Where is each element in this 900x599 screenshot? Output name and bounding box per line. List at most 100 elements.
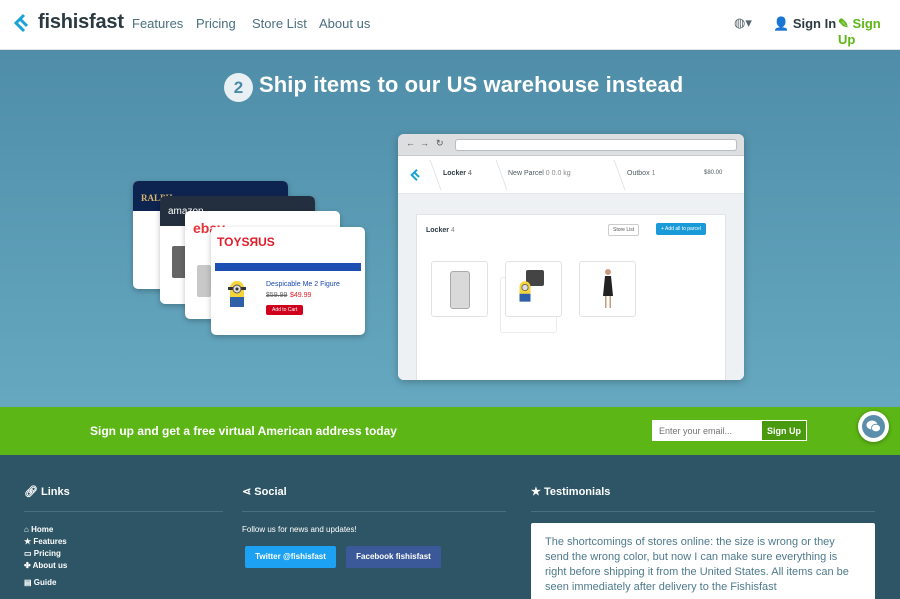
locker-item-camera-minion: [505, 261, 562, 317]
toysrus-logo: TOYSЯUS: [217, 235, 275, 249]
signup-cta-band: Sign up and get a free virtual American …: [0, 407, 900, 455]
cta-text: Sign up and get a free virtual American …: [90, 424, 397, 438]
tab-new-parcel-count: 0: [545, 170, 550, 177]
footer-link-pricing[interactable]: ▭ Pricing: [24, 549, 67, 558]
footer-link-home[interactable]: ⌂ Home: [24, 525, 67, 534]
social-heading-label: Social: [254, 486, 287, 498]
links-heading: 🔗︎ Links: [24, 485, 70, 498]
phone-image: [450, 271, 470, 309]
camera-product-image: [172, 246, 186, 278]
step-number-badge: 2: [224, 73, 253, 102]
home-icon: ⌂: [24, 525, 29, 534]
price-old: $59.99: [266, 292, 288, 299]
speech-bubble-icon: [866, 420, 881, 433]
book-icon: ▤: [24, 578, 32, 587]
footer-link-about-label: About us: [32, 561, 68, 570]
divider: [24, 511, 223, 512]
divider: [531, 511, 875, 512]
tab-outbox: Outbox 1: [627, 170, 655, 177]
logo-icon[interactable]: [12, 13, 30, 33]
product-title: Despicable Me 2 Figure: [266, 281, 340, 288]
language-globe-icon[interactable]: ◍▾: [734, 15, 752, 31]
chat-widget[interactable]: [858, 411, 889, 442]
star-icon: ★: [24, 537, 32, 546]
back-arrow-icon: ←: [406, 138, 415, 148]
browser-mockup: ← → ↻ Locker 4 New Parcel 0 0.0 kg Outbo…: [398, 134, 744, 380]
store-card-toysrus: TOYSЯUS Despicable Me 2 Figure $59.99 $4…: [211, 227, 365, 335]
panel-title-label: Locker: [426, 227, 449, 234]
nav-about-us[interactable]: About us: [319, 16, 370, 31]
footer-link-about-us[interactable]: ✤ About us: [24, 561, 67, 570]
cta-signup-button[interactable]: Sign Up: [761, 420, 807, 441]
dress-image: [603, 269, 613, 308]
footer: 🔗︎ Links ⌂ Home ★ Features ▭ Pricing ✤ A…: [0, 455, 900, 599]
footer-link-pricing-label: Pricing: [33, 549, 61, 558]
tab-locker-count: 4: [467, 170, 472, 177]
tab-divider: [484, 160, 508, 190]
nav-store-list[interactable]: Store List: [252, 16, 307, 31]
paw-icon: ✤: [24, 561, 31, 570]
star-icon: ★: [531, 486, 541, 498]
footer-link-guide[interactable]: ▤ Guide: [24, 578, 67, 587]
testimonials-heading: ★ Testimonials: [531, 485, 610, 498]
price-new: $49.99: [290, 292, 312, 299]
chat-bubble-icon: [862, 415, 885, 438]
hero-title: Ship items to our US warehouse instead: [259, 72, 684, 97]
links-heading-label: Links: [41, 486, 70, 498]
footer-link-home-label: Home: [31, 525, 54, 534]
signup-button[interactable]: ✎ Sign Up: [838, 16, 900, 47]
footer-link-guide-label: Guide: [33, 578, 57, 587]
add-to-cart-button: Add to Cart: [266, 305, 304, 315]
panel-title: Locker 4: [426, 227, 455, 234]
browser-chrome: ← → ↻: [398, 134, 744, 156]
footer-link-features-label: Features: [33, 537, 67, 546]
locker-panel: Locker 4 Store List + Add all to parcel: [416, 214, 726, 380]
social-heading: ⋖ Social: [242, 485, 287, 498]
locker-item-phone: [431, 261, 488, 317]
toysrus-nav-strip: [215, 263, 361, 271]
forward-arrow-icon: →: [420, 138, 429, 148]
link-icon: 🔗︎: [24, 486, 38, 498]
phone-product-image: [197, 265, 211, 297]
balance: $80.00: [704, 170, 723, 176]
facebook-button[interactable]: Facebook fishisfast: [346, 546, 441, 568]
tab-new-parcel-weight: 0.0 kg: [551, 170, 571, 177]
top-nav: fishisfast Features Pricing Store List A…: [0, 0, 900, 50]
edit-icon: ✎: [838, 16, 849, 31]
footer-links-list: ⌂ Home ★ Features ▭ Pricing ✤ About us ▤…: [24, 525, 67, 590]
reload-icon: ↻: [436, 138, 444, 148]
tab-locker: Locker 4: [443, 170, 472, 177]
signin-button[interactable]: 👤 Sign In: [773, 16, 836, 32]
tab-new-parcel-label: New Parcel: [508, 170, 544, 177]
testimonial-card: The shortcomings of stores online: the s…: [531, 523, 875, 599]
brand-name[interactable]: fishisfast: [38, 11, 124, 34]
tab-new-parcel: New Parcel 0 0.0 kg: [508, 170, 571, 177]
signin-label: Sign In: [792, 16, 837, 31]
logo-icon: [410, 168, 420, 182]
nav-features[interactable]: Features: [132, 16, 183, 31]
tab-outbox-label: Outbox: [627, 170, 650, 177]
locker-app-bar: Locker 4 New Parcel 0 0.0 kg Outbox 1 $8…: [398, 156, 744, 194]
minion-figure-image: [228, 281, 246, 307]
nav-pricing[interactable]: Pricing: [196, 16, 236, 31]
tab-divider: [418, 160, 442, 190]
share-icon: ⋖: [242, 486, 252, 498]
footer-link-features[interactable]: ★ Features: [24, 537, 67, 546]
divider: [242, 511, 506, 512]
social-text: Follow us for news and updates!: [242, 525, 357, 534]
panel-count: 4: [450, 227, 455, 234]
tab-locker-label: Locker: [443, 170, 466, 177]
twitter-button[interactable]: Twitter @fishisfast: [245, 546, 336, 568]
locker-item-dress: [579, 261, 636, 317]
tab-outbox-count: 1: [651, 170, 656, 177]
testimonials-heading-label: Testimonials: [543, 486, 611, 498]
url-bar: [455, 139, 737, 151]
card-icon: ▭: [24, 549, 32, 558]
email-input[interactable]: [652, 420, 761, 441]
user-icon: 👤: [773, 16, 790, 31]
add-all-to-parcel-button: + Add all to parcel: [656, 223, 706, 235]
store-list-button: Store List: [608, 224, 640, 236]
tab-divider: [602, 160, 626, 190]
locker-content: Locker 4 Store List + Add all to parcel: [398, 194, 744, 380]
minion-image: [519, 281, 531, 302]
